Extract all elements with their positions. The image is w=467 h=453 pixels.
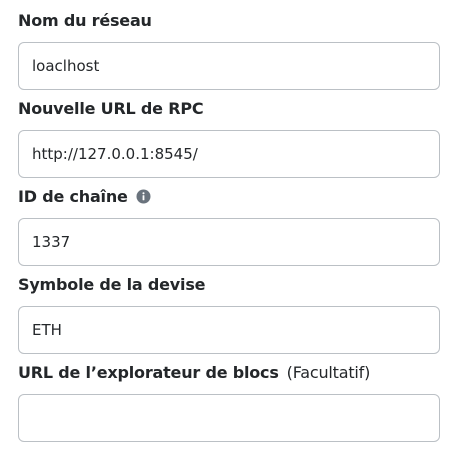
info-icon[interactable] bbox=[136, 189, 151, 204]
chain-id-field: ID de chaîne bbox=[18, 184, 440, 266]
network-name-input[interactable] bbox=[19, 43, 439, 89]
rpc-url-label-row: Nouvelle URL de RPC bbox=[18, 96, 440, 120]
currency-symbol-label: Symbole de la devise bbox=[18, 274, 206, 294]
rpc-url-field: Nouvelle URL de RPC bbox=[18, 96, 440, 178]
chain-id-label-row: ID de chaîne bbox=[18, 184, 440, 208]
explorer-url-input-box[interactable] bbox=[18, 394, 440, 442]
network-name-input-box[interactable] bbox=[18, 42, 440, 90]
rpc-url-label: Nouvelle URL de RPC bbox=[18, 98, 204, 118]
explorer-url-input[interactable] bbox=[19, 395, 439, 441]
rpc-url-input-box[interactable] bbox=[18, 130, 440, 178]
network-name-label: Nom du réseau bbox=[18, 10, 152, 30]
chain-id-label: ID de chaîne bbox=[18, 186, 128, 206]
chain-id-input[interactable] bbox=[19, 219, 439, 265]
info-icon-glyph bbox=[136, 189, 151, 203]
currency-symbol-label-row: Symbole de la devise bbox=[18, 272, 440, 296]
currency-symbol-input[interactable] bbox=[19, 307, 439, 353]
currency-symbol-input-box[interactable] bbox=[18, 306, 440, 354]
currency-symbol-field: Symbole de la devise bbox=[18, 272, 440, 354]
explorer-url-label-row: URL de l’explorateur de blocs (Facultati… bbox=[18, 360, 440, 384]
explorer-url-label: URL de l’explorateur de blocs bbox=[18, 362, 279, 382]
network-name-field: Nom du réseau bbox=[18, 8, 440, 90]
explorer-url-optional-note: (Facultatif) bbox=[286, 362, 371, 382]
explorer-url-field: URL de l’explorateur de blocs (Facultati… bbox=[18, 360, 440, 442]
add-network-form: Nom du réseau Nouvelle URL de RPC ID de … bbox=[0, 0, 467, 453]
rpc-url-input[interactable] bbox=[19, 131, 439, 177]
network-name-label-row: Nom du réseau bbox=[18, 8, 440, 32]
chain-id-input-box[interactable] bbox=[18, 218, 440, 266]
